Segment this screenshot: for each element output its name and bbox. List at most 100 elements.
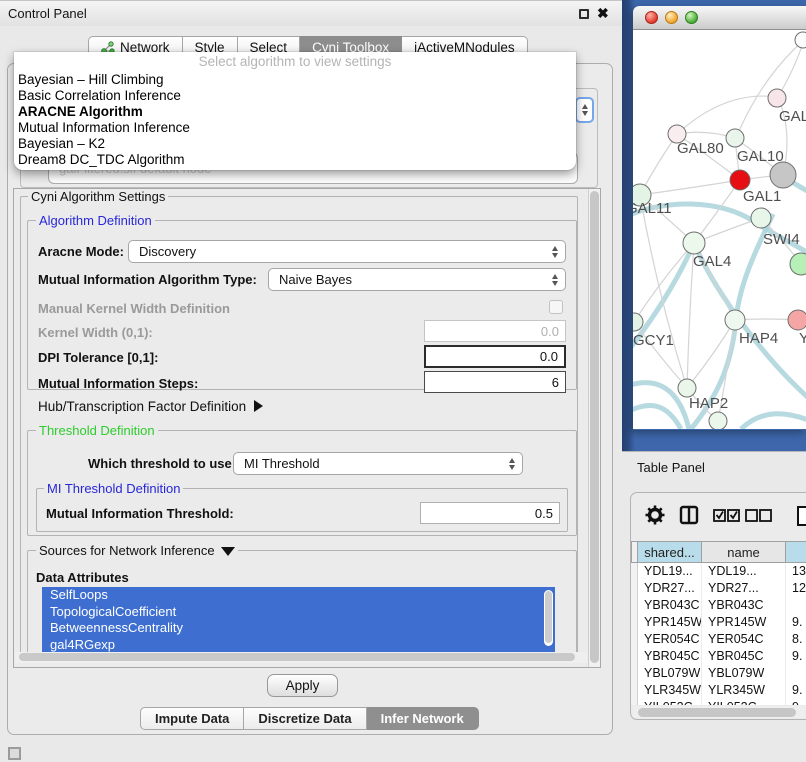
algorithm-definition-title: Algorithm Definition: [36, 213, 155, 228]
mi-algorithm-type-label: Mutual Information Algorithm Type:: [38, 268, 257, 291]
network-node[interactable]: [709, 412, 727, 429]
table-horizontal-scrollbar[interactable]: [633, 706, 805, 718]
network-node-swi4[interactable]: [751, 208, 771, 228]
mi-algorithm-type-combobox[interactable]: Naive Bayes: [268, 268, 566, 291]
algorithm-option[interactable]: Bayesian – K2: [14, 136, 576, 152]
node-label: HAP2: [689, 395, 728, 412]
table-cell: YDR27...: [702, 580, 786, 597]
table-row[interactable]: YBR043CYBR043C: [631, 597, 806, 614]
network-node-gal4[interactable]: [683, 232, 705, 254]
row-header-strip[interactable]: [631, 541, 638, 563]
network-edge[interactable]: [633, 405, 681, 429]
table-cell: 13: [786, 563, 806, 580]
table-row[interactable]: YIL052CYIL052C9: [631, 699, 806, 705]
column-header[interactable]: name: [702, 541, 786, 563]
horizontal-scroll-thumb[interactable]: [19, 653, 575, 661]
manual-kernel-width-label: Manual Kernel Width Definition: [38, 297, 230, 320]
kernel-width-field[interactable]: [424, 320, 566, 342]
attribute-item-selected[interactable]: gal4RGexp: [42, 637, 555, 653]
row-header-cell: [631, 580, 638, 597]
table-header-row: shared...name: [631, 541, 806, 563]
algorithm-option[interactable]: Dream8 DC_TDC Algorithm: [14, 152, 576, 168]
tab-infer-network[interactable]: Infer Network: [367, 707, 479, 730]
mi-threshold-field[interactable]: [420, 502, 560, 524]
minimize-traffic-light-icon[interactable]: [665, 11, 678, 24]
attribute-item-selected[interactable]: SelfLoops: [42, 587, 555, 604]
network-window-titlebar[interactable]: [633, 6, 806, 30]
network-edge[interactable]: [741, 414, 806, 429]
table-panel-inner: shared...name YDL19...YDL19...13YDR27...…: [630, 492, 806, 720]
tab-impute-data[interactable]: Impute Data: [140, 707, 244, 730]
network-node-gal1[interactable]: [730, 170, 750, 190]
attributes-scrollbar[interactable]: [544, 590, 553, 646]
deselect-all-icon[interactable]: [745, 508, 773, 522]
network-edge[interactable]: [640, 180, 740, 195]
table-row[interactable]: YPR145WYPR145W9.: [631, 614, 806, 631]
algorithm-option[interactable]: Basic Correlation Inference: [14, 88, 576, 104]
network-edge[interactable]: [778, 40, 804, 97]
table-cell: YIL052C: [702, 699, 786, 705]
algorithm-option[interactable]: ARACNE Algorithm: [14, 104, 576, 120]
which-threshold-combobox[interactable]: MI Threshold: [233, 452, 523, 475]
table-row[interactable]: YLR345WYLR345W9.: [631, 682, 806, 699]
network-node[interactable]: [770, 162, 796, 188]
mi-steps-label: Mutual Information Steps:: [38, 372, 198, 395]
aracne-mode-combobox[interactable]: Discovery: [128, 240, 566, 263]
settings-horizontal-scrollbar[interactable]: [15, 652, 587, 663]
network-node[interactable]: [790, 253, 806, 275]
dpi-tolerance-field[interactable]: [424, 345, 566, 368]
algorithm-option[interactable]: Bayesian – Hill Climbing: [14, 72, 576, 88]
network-edge[interactable]: [677, 96, 778, 134]
table-scroll-thumb[interactable]: [638, 708, 796, 717]
attribute-item-selected[interactable]: BetweennessCentrality: [42, 620, 555, 637]
screenshot-root: Control Panel ✖ NetworkStyleSelectCyni T…: [0, 0, 806, 762]
column-header[interactable]: shared...: [638, 541, 702, 563]
close-icon[interactable]: ✖: [597, 5, 609, 22]
zoom-traffic-light-icon[interactable]: [685, 11, 698, 24]
sources-title[interactable]: Sources for Network Inference: [36, 543, 238, 558]
attributes-scroll-thumb[interactable]: [545, 591, 552, 643]
select-all-icon[interactable]: [713, 508, 741, 522]
table-cell: 9.: [786, 614, 806, 631]
algorithm-option[interactable]: Mutual Information Inference: [14, 120, 576, 136]
row-header-cell: [631, 682, 638, 699]
network-node-gcy1[interactable]: [633, 313, 643, 331]
close-traffic-light-icon[interactable]: [645, 11, 658, 24]
dock-panel-icon[interactable]: [8, 747, 21, 760]
network-node-gal10[interactable]: [726, 129, 744, 147]
collapse-arrow-icon: [221, 547, 235, 556]
float-window-icon[interactable]: [579, 9, 589, 19]
table-row[interactable]: YER054CYER054C8.: [631, 631, 806, 648]
dpi-tolerance-label: DPI Tolerance [0,1]:: [38, 346, 158, 369]
table-row[interactable]: YBL079WYBL079W: [631, 665, 806, 682]
hub-definition-expander[interactable]: Hub/Transcription Factor Definition: [38, 399, 263, 414]
document-icon[interactable]: [796, 505, 806, 527]
table-cell: 9.: [786, 682, 806, 699]
attribute-item-selected[interactable]: TopologicalCoefficient: [42, 604, 555, 621]
manual-kernel-width-checkbox[interactable]: [549, 300, 563, 314]
table-row[interactable]: YBR045CYBR045C9.: [631, 648, 806, 665]
network-node[interactable]: [795, 32, 806, 48]
table-cell: 8.: [786, 631, 806, 648]
mi-steps-field[interactable]: [424, 371, 566, 393]
table-row[interactable]: YDL19...YDL19...13: [631, 563, 806, 580]
apply-button[interactable]: Apply: [267, 674, 338, 697]
algorithm-combobox-spinner[interactable]: [575, 97, 594, 123]
spinner-arrows-icon: [552, 274, 558, 286]
tab-discretize-data[interactable]: Discretize Data: [244, 707, 366, 730]
node-label: GAL80: [677, 140, 724, 157]
vertical-scroll-thumb[interactable]: [590, 191, 599, 663]
network-node-gal[interactable]: [768, 89, 786, 107]
network-node-hap4[interactable]: [725, 310, 745, 330]
settings-vertical-scrollbar[interactable]: [588, 189, 600, 667]
split-columns-icon[interactable]: [679, 505, 699, 525]
network-edge[interactable]: [640, 195, 687, 388]
network-canvas[interactable]: GALGAL80GAL10GAL1GAL11SWI4GAL4GCY1HAP4YH…: [633, 30, 806, 429]
table-row[interactable]: YDR27...YDR27...12: [631, 580, 806, 597]
network-edge[interactable]: [634, 243, 694, 322]
column-header[interactable]: [786, 541, 806, 563]
gear-icon[interactable]: [645, 505, 665, 525]
data-attributes-list[interactable]: SelfLoopsTopologicalCoefficientBetweenne…: [42, 587, 555, 652]
network-node-y[interactable]: [788, 310, 806, 330]
table-cell: YBL079W: [638, 665, 702, 682]
